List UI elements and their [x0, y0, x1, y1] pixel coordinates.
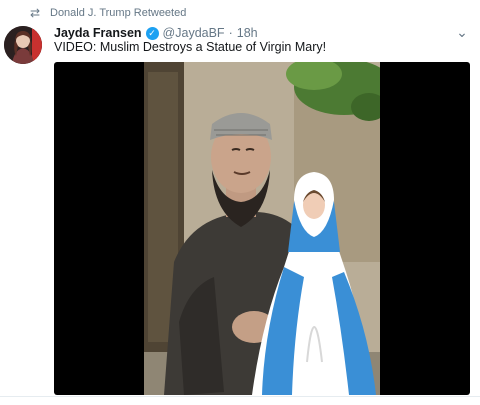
tweet-text: VIDEO: Muslim Destroys a Statue of Virgi… — [54, 40, 327, 54]
retweet-context: ⇄ Donald J. Trump Retweeted — [28, 5, 186, 21]
meta-separator: · — [228, 26, 233, 40]
video-frame[interactable] — [144, 62, 380, 395]
verified-badge-icon: ✓ — [145, 26, 159, 40]
retweet-icon: ⇄ — [29, 6, 41, 20]
retweet-context-label: Donald J. Trump Retweeted — [50, 7, 187, 19]
video-player[interactable] — [54, 62, 470, 395]
chevron-down-icon[interactable]: ⌄ — [454, 24, 470, 40]
tweet-timestamp[interactable]: 18h — [237, 26, 258, 40]
avatar-image — [4, 26, 42, 64]
author-display-name[interactable]: Jayda Fransen — [54, 26, 142, 40]
author-handle[interactable]: @JaydaBF — [163, 26, 225, 40]
avatar[interactable] — [4, 26, 42, 64]
